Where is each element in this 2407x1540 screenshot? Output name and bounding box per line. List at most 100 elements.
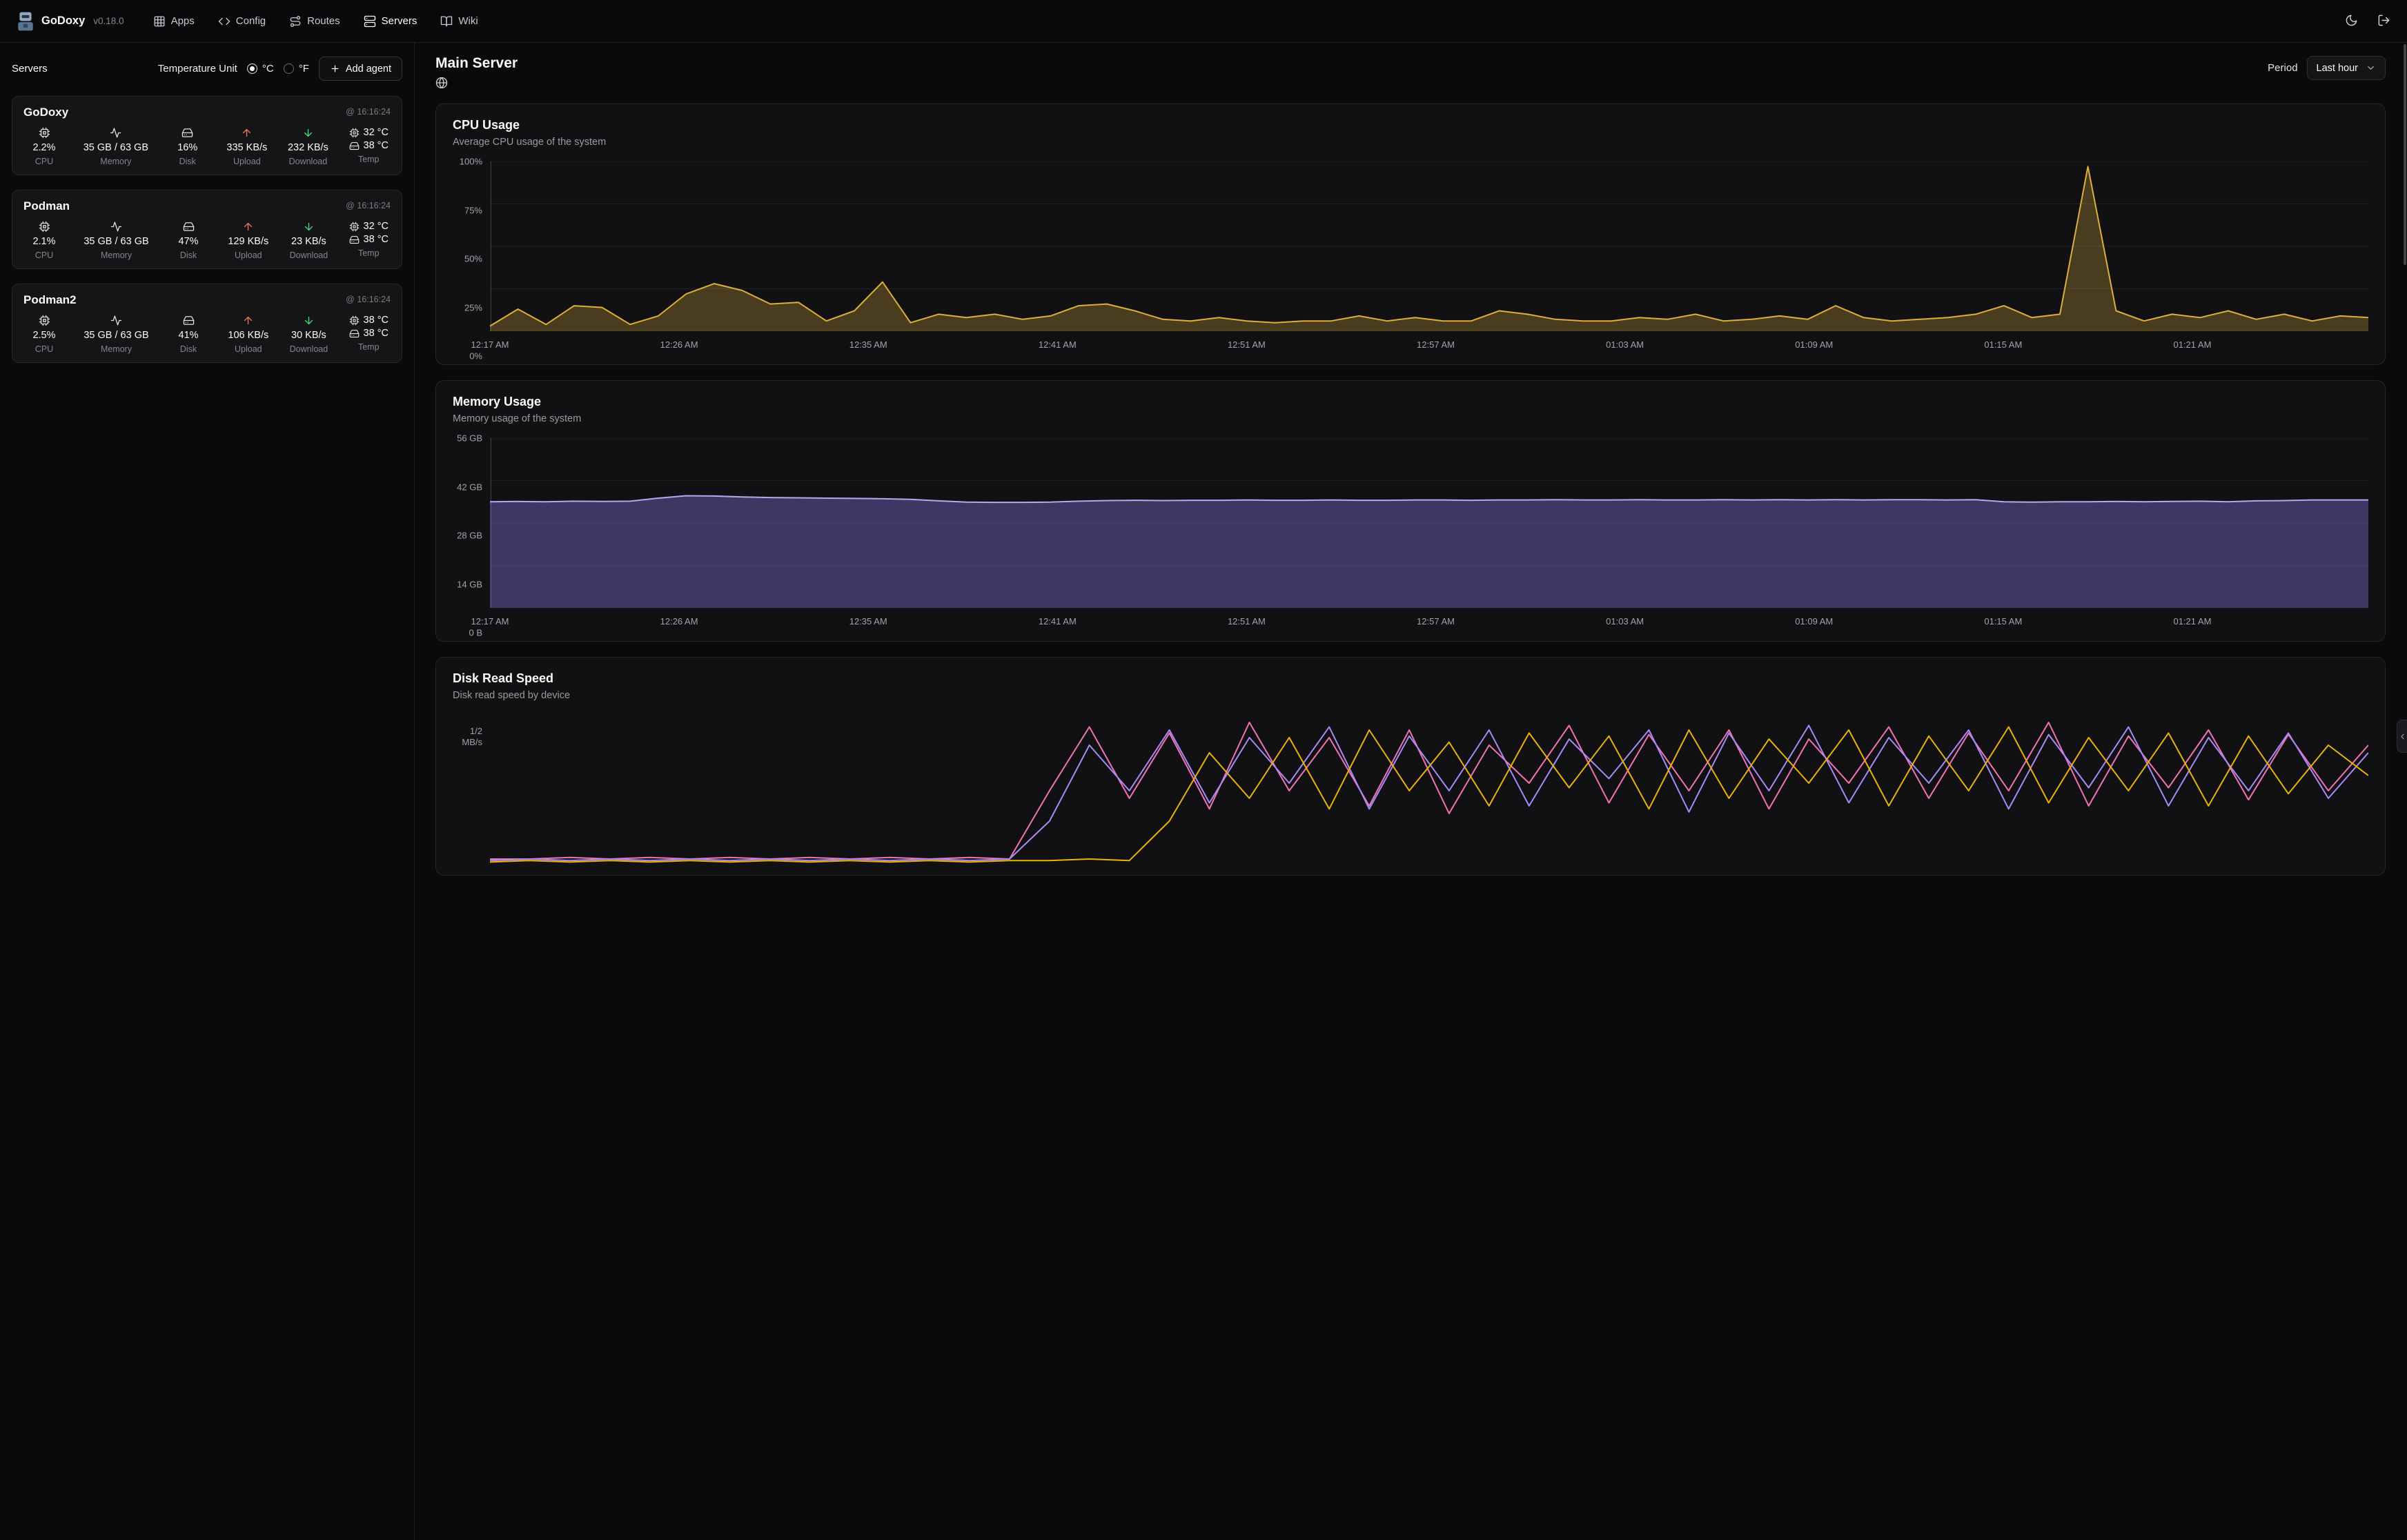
route-icon — [289, 15, 302, 28]
radio-fahrenheit[interactable]: °F — [284, 63, 309, 75]
main-header: Main Server Period Last hour — [435, 55, 2386, 91]
y-axis: 1/2 MB/s — [453, 715, 490, 867]
collapse-panel-toggle[interactable] — [2397, 720, 2407, 753]
y-axis: 56 GB42 GB28 GB14 GB0 B — [453, 438, 490, 633]
stat-cpu: 2.2% CPU — [26, 127, 63, 166]
stat-label: Temp — [358, 248, 380, 258]
stat-value: 35 GB / 63 GB — [83, 236, 148, 247]
x-tick-label: 01:09 AM — [1795, 616, 1833, 626]
stat-label: Upload — [235, 344, 262, 354]
stat-upload: 335 KB/s Upload — [226, 127, 267, 166]
chart-title: CPU Usage — [453, 118, 2368, 132]
disk-read-speed-card: Disk Read Speed Disk read speed by devic… — [435, 657, 2386, 876]
server-timestamp: @ 16:16:24 — [346, 201, 391, 210]
arrow-down-icon — [303, 315, 315, 326]
stat-temp: 32 °C 38 °C Temp — [349, 127, 389, 166]
nav-label: Wiki — [458, 15, 478, 27]
server-name: Podman — [23, 199, 70, 213]
stat-download: 232 KB/s Download — [288, 127, 328, 166]
stat-label: Disk — [179, 157, 196, 166]
chart-subtitle: Memory usage of the system — [453, 413, 2368, 424]
page-title: Main Server — [435, 55, 518, 72]
stat-cpu: 2.5% CPU — [26, 315, 63, 354]
x-tick-label: 12:35 AM — [849, 339, 887, 350]
grid-icon — [153, 15, 166, 28]
sidebar-title: Servers — [12, 63, 48, 75]
arrow-down-icon — [302, 127, 314, 139]
activity-icon — [110, 315, 122, 326]
x-tick-label: 01:03 AM — [1606, 339, 1644, 350]
hard-drive-icon — [349, 235, 360, 245]
stat-value: 2.1% — [32, 236, 55, 247]
stat-disk: 47% Disk — [170, 221, 207, 260]
theme-toggle-button[interactable] — [2345, 14, 2358, 29]
x-tick-label: 12:26 AM — [660, 616, 698, 626]
nav-item-config[interactable]: Config — [218, 15, 266, 28]
stat-value: 232 KB/s — [288, 142, 328, 153]
stat-label: Disk — [180, 344, 197, 354]
stat-upload: 129 KB/s Upload — [228, 221, 268, 260]
server-card[interactable]: GoDoxy @ 16:16:24 2.2% CPU 35 GB / 63 GB… — [12, 96, 402, 175]
period-select[interactable]: Last hour — [2307, 56, 2386, 80]
x-tick-label: 12:41 AM — [1039, 339, 1077, 350]
stat-value: 35 GB / 63 GB — [83, 142, 148, 153]
nav-item-wiki[interactable]: Wiki — [440, 15, 478, 28]
y-tick-label: 56 GB — [457, 433, 482, 444]
activity-icon — [110, 221, 122, 233]
y-tick-label: 1/2 MB/s — [462, 726, 482, 749]
nav-label: Servers — [382, 15, 417, 27]
x-tick-label: 12:51 AM — [1228, 616, 1266, 626]
chart-body: 56 GB42 GB28 GB14 GB0 B 12:17 AM12:26 AM… — [453, 438, 2368, 633]
book-icon — [440, 15, 453, 28]
add-agent-button[interactable]: Add agent — [319, 57, 402, 81]
nav-item-apps[interactable]: Apps — [153, 15, 195, 28]
cpu-temp-row: 38 °C — [349, 315, 389, 326]
chart-body: 1/2 MB/s — [453, 715, 2368, 867]
server-name: Podman2 — [23, 293, 77, 307]
arrow-down-icon — [303, 221, 315, 233]
disk-temp-value: 38 °C — [364, 234, 389, 245]
y-tick-label: 25% — [464, 302, 482, 313]
stat-label: CPU — [35, 250, 53, 260]
nav-item-servers[interactable]: Servers — [364, 15, 417, 28]
disk-chart-plot[interactable] — [490, 715, 2368, 867]
x-tick-label: 01:03 AM — [1606, 616, 1644, 626]
scrollbar[interactable] — [2404, 44, 2406, 265]
radio-label: °C — [262, 63, 274, 75]
nav-item-routes[interactable]: Routes — [289, 15, 340, 28]
memory-chart-plot[interactable] — [490, 438, 2368, 608]
logout-button[interactable] — [2377, 14, 2390, 29]
radio-celsius[interactable]: °C — [247, 63, 274, 75]
server-list: GoDoxy @ 16:16:24 2.2% CPU 35 GB / 63 GB… — [12, 96, 402, 363]
period-value: Last hour — [2317, 63, 2358, 74]
main-panel: Main Server Period Last hour CPU Usage A… — [415, 43, 2407, 1540]
x-tick-label: 12:26 AM — [660, 339, 698, 350]
brand[interactable]: GoDoxy v0.18.0 — [17, 11, 124, 32]
x-tick-label: 01:15 AM — [1984, 339, 2022, 350]
server-card[interactable]: Podman2 @ 16:16:24 2.5% CPU 35 GB / 63 G… — [12, 284, 402, 363]
server-stats: 2.5% CPU 35 GB / 63 GB Memory 41% Disk 1… — [23, 315, 391, 354]
stat-value: 23 KB/s — [291, 236, 326, 247]
disk-temp-row: 38 °C — [349, 328, 389, 339]
hard-drive-icon — [183, 315, 195, 326]
servers-icon — [364, 15, 376, 28]
stat-memory: 35 GB / 63 GB Memory — [83, 315, 148, 354]
arrow-up-icon — [241, 127, 253, 139]
x-tick-label: 12:57 AM — [1417, 616, 1455, 626]
stat-label: Memory — [100, 157, 131, 166]
server-card[interactable]: Podman @ 16:16:24 2.1% CPU 35 GB / 63 GB… — [12, 190, 402, 269]
radio-label: °F — [299, 63, 309, 75]
stat-value: 41% — [179, 330, 199, 341]
y-tick-label: 0 B — [469, 628, 482, 638]
navbar: GoDoxy v0.18.0 Apps Config Routes Server… — [0, 0, 2407, 43]
stat-label: Memory — [101, 344, 132, 354]
arrow-up-icon — [242, 315, 254, 326]
main-title-block: Main Server — [435, 55, 518, 91]
stat-label: Download — [290, 250, 328, 260]
y-tick-label: 100% — [460, 157, 482, 167]
stat-value: 2.5% — [32, 330, 55, 341]
cpu-chart-plot[interactable] — [490, 161, 2368, 331]
x-tick-label: 01:15 AM — [1984, 616, 2022, 626]
stat-value: 30 KB/s — [291, 330, 326, 341]
brand-name: GoDoxy — [41, 14, 85, 28]
